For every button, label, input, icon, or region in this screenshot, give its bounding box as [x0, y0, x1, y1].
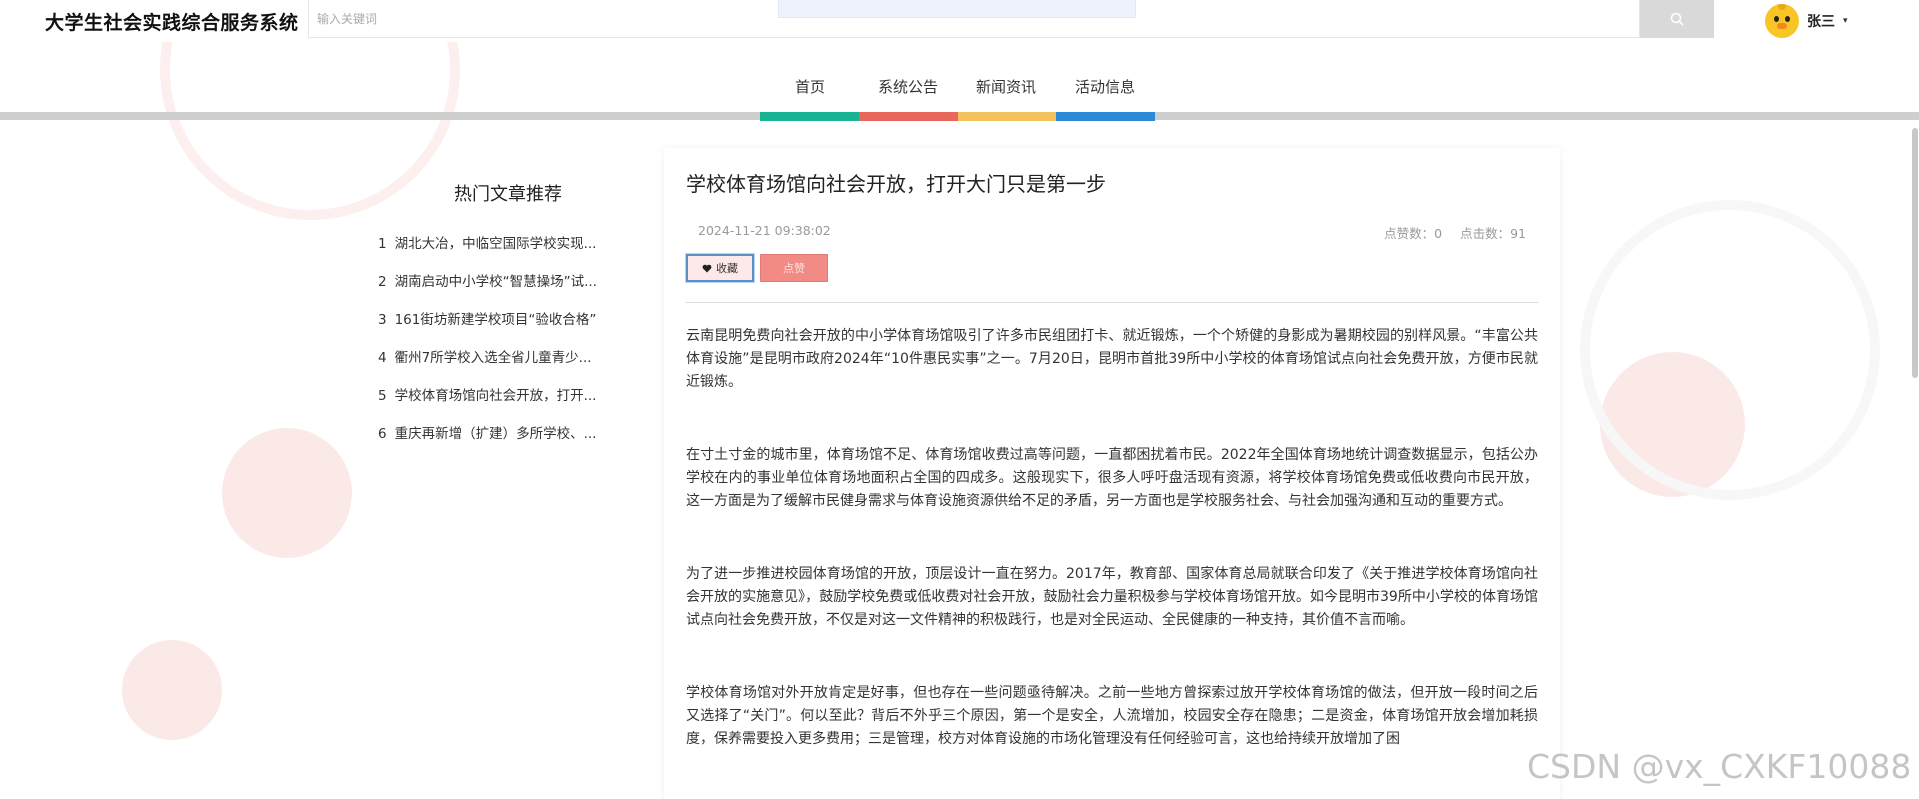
item-title: 161街坊新建学校项目“验收合格”: [394, 312, 597, 328]
article-actions: 收藏 点赞: [686, 254, 1538, 282]
item-index: 2: [378, 274, 387, 290]
nav-color-segment-activities: [1056, 112, 1155, 121]
decorative-circle-right: [1600, 352, 1745, 497]
hot-article-item[interactable]: 6 重庆再新增（扩建）多所学校、...: [378, 424, 628, 462]
hot-articles-sidebar: 热门文章推荐 1 湖北大冶，中临空国际学校实现... 2 湖南启动中小学校“智慧操场…: [378, 180, 628, 462]
nav-color-segment-announcements: [859, 112, 958, 121]
article-card: 学校体育场馆向社会开放，打开大门只是第一步 2024-11-21 09:38:0…: [664, 148, 1560, 799]
article-paragraph: 在寸土寸金的城市里，体育场馆不足、体育场馆收费过高等问题，一直都困扰着市民。20…: [686, 447, 1538, 509]
like-count: 点赞数：0: [1384, 226, 1443, 241]
divider: [686, 302, 1538, 303]
item-title: 湖北大冶，中临空国际学校实现...: [394, 236, 597, 252]
avatar: [1765, 4, 1799, 38]
collect-button[interactable]: 收藏: [686, 254, 754, 282]
user-name: 张三: [1807, 14, 1835, 30]
csdn-watermark: CSDN @vx_CXKF10088: [1527, 747, 1912, 786]
item-index: 5: [378, 388, 387, 404]
decorative-circle-bottom-left: [122, 640, 222, 740]
hot-article-item[interactable]: 3 161街坊新建学校项目“验收合格”: [378, 310, 628, 348]
item-index: 6: [378, 426, 387, 442]
like-label: 点赞: [783, 263, 805, 275]
item-index: 4: [378, 350, 387, 366]
article-content: 云南昆明免费向社会开放的中小学体育场馆吸引了许多市民组团打卡、就近锻炼，一个个矫…: [686, 325, 1538, 751]
like-button[interactable]: 点赞: [760, 254, 828, 282]
nav-color-segment-news: [958, 112, 1056, 121]
nav-item-news[interactable]: 新闻资讯: [956, 76, 1056, 97]
article-paragraph: 学校体育场馆对外开放肯定是好事，但也存在一些问题亟待解决。之前一些地方曾探索过放…: [686, 685, 1538, 747]
article-paragraph: 云南昆明免费向社会开放的中小学体育场馆吸引了许多市民组团打卡、就近锻炼，一个个矫…: [686, 328, 1538, 390]
item-title: 衢州7所学校入选全省儿童青少...: [394, 350, 592, 366]
hot-article-item[interactable]: 4 衢州7所学校入选全省儿童青少...: [378, 348, 628, 386]
collect-label: 收藏: [716, 263, 738, 275]
nav-item-home[interactable]: 首页: [760, 76, 860, 97]
hot-articles-list: 1 湖北大冶，中临空国际学校实现... 2 湖南启动中小学校“智慧操场”试... 3…: [378, 234, 628, 462]
item-title: 学校体育场馆向社会开放，打开...: [394, 388, 597, 404]
item-title: 湖南启动中小学校“智慧操场”试...: [394, 274, 597, 290]
decorative-circle-left: [222, 428, 352, 558]
top-header: 大学生社会实践综合服务系统 张三 ▾: [0, 0, 1919, 42]
search-button[interactable]: [1640, 0, 1714, 38]
item-title: 重庆再新增（扩建）多所学校、...: [394, 426, 597, 442]
item-index: 1: [378, 236, 387, 252]
article-paragraph: 为了进一步推进校园体育场馆的开放，顶层设计一直在努力。2017年，教育部、国家体…: [686, 566, 1538, 628]
article-meta: 2024-11-21 09:38:02 点赞数：0 点击数：91: [686, 223, 1538, 242]
hot-article-item[interactable]: 2 湖南启动中小学校“智慧操场”试...: [378, 272, 628, 310]
sidebar-title: 热门文章推荐: [454, 184, 562, 205]
search-icon: [1670, 12, 1684, 26]
click-count: 点击数：91: [1460, 226, 1526, 241]
nav-color-segment-home: [760, 112, 859, 121]
item-index: 3: [378, 312, 387, 328]
page-scrollbar[interactable]: [1912, 128, 1918, 378]
article-title: 学校体育场馆向社会开放，打开大门只是第一步: [686, 172, 1106, 196]
heart-icon: [702, 264, 712, 272]
hot-article-item[interactable]: 5 学校体育场馆向社会开放，打开...: [378, 386, 628, 424]
chevron-down-icon: ▾: [1843, 16, 1848, 26]
search-suggestion-box: [778, 0, 1136, 18]
site-title: 大学生社会实践综合服务系统: [45, 12, 299, 34]
nav-item-activities[interactable]: 活动信息: [1055, 76, 1155, 97]
user-menu[interactable]: 张三 ▾: [1765, 3, 1848, 39]
article-date: 2024-11-21 09:38:02: [698, 223, 831, 238]
decorative-ring-right: [1580, 200, 1880, 500]
hot-article-item[interactable]: 1 湖北大冶，中临空国际学校实现...: [378, 234, 628, 272]
nav-item-announcements[interactable]: 系统公告: [858, 76, 958, 97]
